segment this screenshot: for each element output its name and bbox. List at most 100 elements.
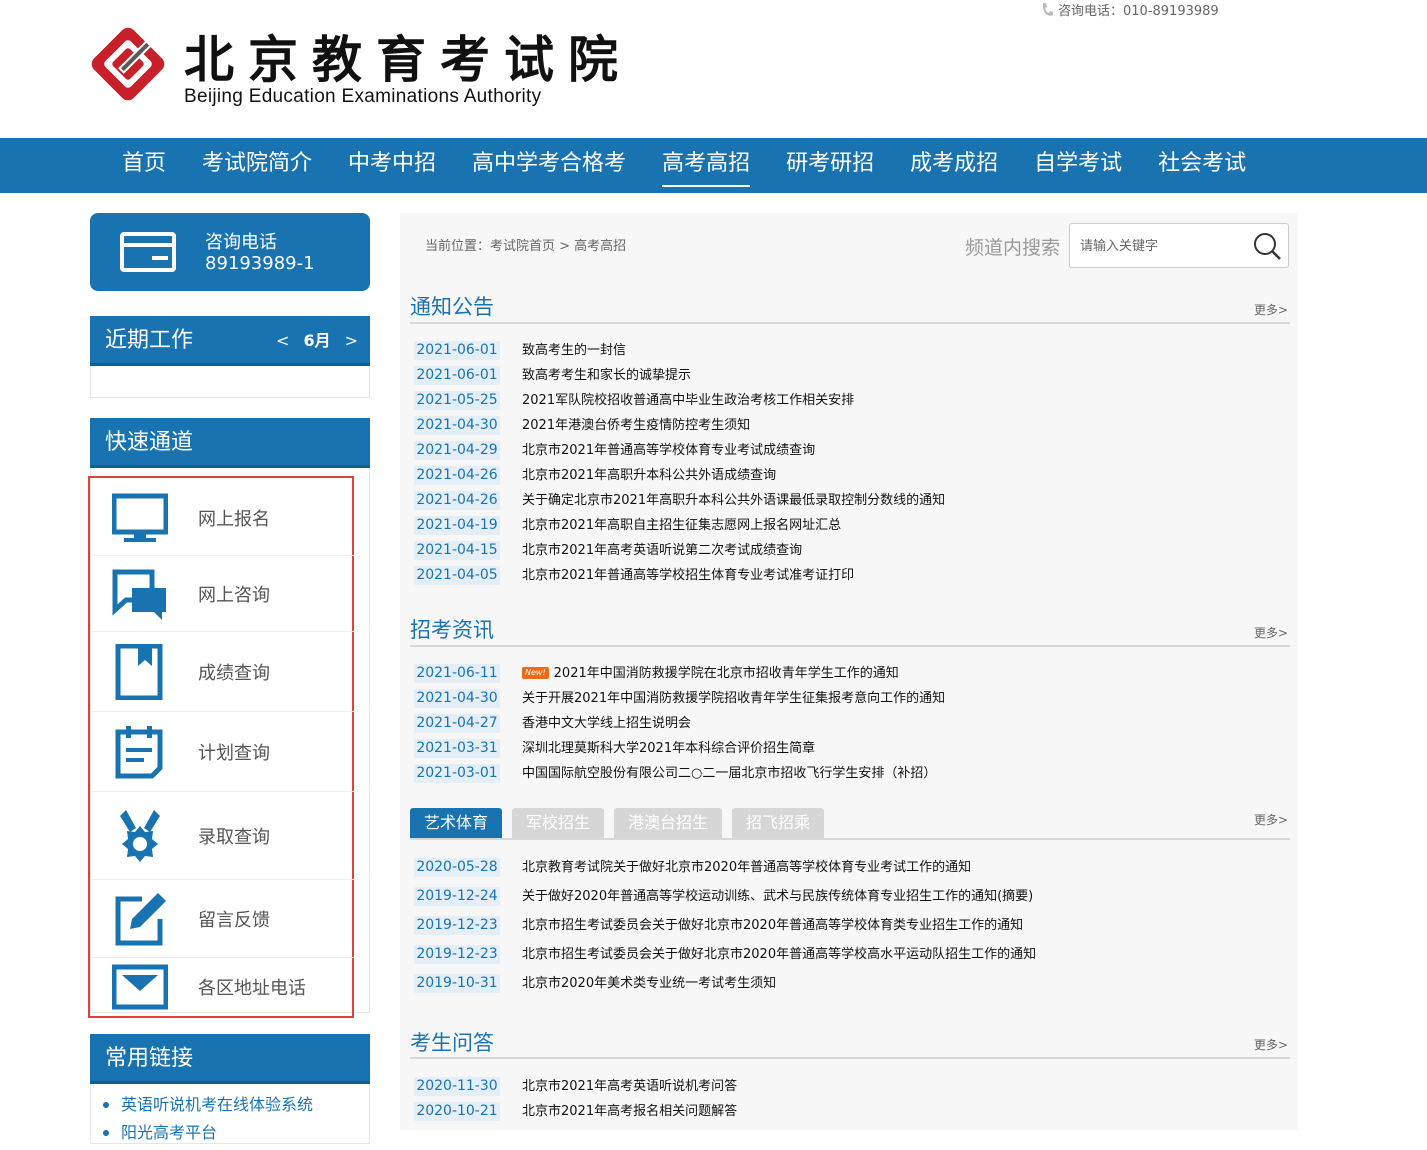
prev-month-button[interactable]: < xyxy=(276,316,289,366)
quick-item-district-contacts[interactable]: 各区地址电话 xyxy=(92,958,354,1016)
common-link-item[interactable]: 英语听说机考在线体验系统 xyxy=(101,1094,369,1122)
section-divider xyxy=(410,838,1290,840)
quick-item-plan-query[interactable]: 计划查询 xyxy=(92,712,354,792)
item-title-link[interactable]: 深圳北理莫斯科大学2021年本科综合评价招生简章 xyxy=(522,739,815,758)
qa-section-title: 考生问答 xyxy=(410,1031,494,1055)
quick-item-label: 各区地址电话 xyxy=(198,978,306,999)
new-badge: New! xyxy=(522,667,549,679)
quick-access-title: 快速通道 xyxy=(105,430,194,455)
quick-item-online-consult[interactable]: 网上咨询 xyxy=(92,556,354,632)
monitor-icon xyxy=(112,493,168,542)
quick-item-online-registration[interactable]: 网上报名 xyxy=(92,480,354,556)
item-title: 致高考考生和家长的诚挚提示 xyxy=(522,368,692,383)
category-tab[interactable]: 港澳台招生 xyxy=(614,808,723,838)
edit-icon xyxy=(115,892,166,945)
qa-more-link[interactable]: 更多> xyxy=(1254,1036,1288,1053)
quick-access-highlight: 网上报名 网上咨询 成绩查询 计划查询 录取查询 留言反馈 各区地址电话 xyxy=(88,476,354,1018)
quick-item-score-query[interactable]: 成绩查询 xyxy=(92,632,354,712)
consult-hotline-box[interactable]: 咨询电话 89193989-1 xyxy=(90,213,370,291)
list-item: 2021-04-29 北京市2021年普通高等学校体育专业考试成绩查询 xyxy=(414,438,1284,463)
common-links-list: 英语听说机考在线体验系统 阳光高考平台 xyxy=(91,1084,369,1150)
item-title-link[interactable]: 关于开展2021年中国消防救援学院招收青年学生征集报考意向工作的通知 xyxy=(522,689,945,708)
site-logo[interactable]: 北京教育考试院 Beijing Education Examinations A… xyxy=(88,18,618,110)
hotline-text: 咨询电话：010-89193989 xyxy=(1058,4,1219,19)
nav-item[interactable]: 研考研招 xyxy=(768,138,892,193)
channel-search-label: 频道内搜索 xyxy=(965,237,1061,259)
item-title-link[interactable]: 致高考生的一封信 xyxy=(522,341,626,360)
news-list: 2021-06-11 New! 2021年中国消防救援学院在北京市招收青年学生工作的… xyxy=(414,661,1284,786)
list-item: 2021-04-26 关于确定北京市2021年高职升本科公共外语课最低录取控制分数… xyxy=(414,488,1284,513)
list-item: 2021-04-05 北京市2021年普通高等学校招生体育专业考试准考证打印 xyxy=(414,563,1284,588)
next-month-button[interactable]: > xyxy=(345,316,358,366)
item-title-link[interactable]: New! 2021年中国消防救援学院在北京市招收青年学生工作的通知 xyxy=(522,664,899,683)
header-hotline: 咨询电话：010-89193989 xyxy=(1040,0,1219,19)
item-title-link[interactable]: 香港中文大学线上招生说明会 xyxy=(522,714,691,733)
item-title: 关于确定北京市2021年高职升本科公共外语课最低录取控制分数线的通知 xyxy=(522,493,946,508)
item-date: 2019-12-24 xyxy=(414,887,500,906)
notice-more-link[interactable]: 更多> xyxy=(1254,301,1288,318)
news-more-link[interactable]: 更多> xyxy=(1254,624,1288,641)
notice-section-title: 通知公告 xyxy=(410,295,494,319)
tab-news-list: 2020-05-28 北京教育考试院关于做好北京市2020年普通高等学校体育专业考… xyxy=(414,855,1284,1000)
breadcrumb: 当前位置：考试院首页 > 高考高招 xyxy=(425,239,627,254)
nav-item[interactable]: 高中学考合格考 xyxy=(454,138,644,193)
recent-work-title: 近期工作 xyxy=(105,328,194,353)
item-date: 2021-04-30 xyxy=(414,416,500,435)
tabs-more-link[interactable]: 更多> xyxy=(1254,811,1288,828)
nav-item[interactable]: 高考高招 xyxy=(644,138,768,193)
logo-emblem-icon xyxy=(91,27,165,101)
item-title-link[interactable]: 北京教育考试院关于做好北京市2020年普通高等学校体育专业考试工作的通知 xyxy=(522,858,971,877)
item-title-link[interactable]: 关于确定北京市2021年高职升本科公共外语课最低录取控制分数线的通知 xyxy=(522,491,945,510)
item-title-link[interactable]: 北京市2021年高考英语听说机考问答 xyxy=(522,1077,737,1096)
item-title-link[interactable]: 北京市招生考试委员会关于做好北京市2020年普通高等学校高水平运动队招生工作的通… xyxy=(522,945,1036,964)
item-title-link[interactable]: 2021军队院校招收普通高中毕业生政治考核工作相关安排 xyxy=(522,391,854,410)
category-tab[interactable]: 军校招生 xyxy=(512,808,605,838)
item-title-link[interactable]: 关于做好2020年普通高等学校运动训练、武术与民族传统体育专业招生工作的通知(摘… xyxy=(522,887,1033,906)
item-title-link[interactable]: 北京市2021年高考英语听说第二次考试成绩查询 xyxy=(522,541,802,560)
item-title-link[interactable]: 2021年港澳台侨考生疫情防控考生须知 xyxy=(522,416,750,435)
quick-item-feedback[interactable]: 留言反馈 xyxy=(92,880,354,958)
category-tab[interactable]: 招飞招乘 xyxy=(732,808,825,838)
calendar-icon xyxy=(115,725,163,778)
category-tab[interactable]: 艺术体育 xyxy=(410,808,503,838)
logo-chinese-name: 北京教育考试院 xyxy=(184,30,632,89)
search-icon[interactable] xyxy=(1252,231,1282,261)
nav-item[interactable]: 成考成招 xyxy=(892,138,1016,193)
nav-item[interactable]: 考试院简介 xyxy=(184,138,330,193)
item-title-link[interactable]: 中国国际航空股份有限公司二○二一届北京市招收飞行学生安排（补招） xyxy=(522,764,936,783)
item-title-link[interactable]: 北京市2021年普通高等学校体育专业考试成绩查询 xyxy=(522,441,815,460)
item-title-link[interactable]: 北京市2021年高职升本科公共外语成绩查询 xyxy=(522,466,776,485)
item-title: 北京市招生考试委员会关于做好北京市2020年普通高等学校体育类专业招生工作的通知 xyxy=(522,918,1024,933)
item-title: 北京市2021年高考英语听说机考问答 xyxy=(522,1079,738,1094)
recent-work-body xyxy=(90,366,370,398)
item-title: 北京市招生考试委员会关于做好北京市2020年普通高等学校高水平运动队招生工作的通… xyxy=(522,947,1037,962)
item-title-link[interactable]: 北京市招生考试委员会关于做好北京市2020年普通高等学校体育类专业招生工作的通知 xyxy=(522,916,1023,935)
list-item: 2021-04-19 北京市2021年高职自主招生征集志愿网上报名网址汇总 xyxy=(414,513,1284,538)
item-title: 北京市2021年高职升本科公共外语成绩查询 xyxy=(522,468,777,483)
nav-item[interactable]: 社会考试 xyxy=(1140,138,1264,193)
item-date: 2021-04-30 xyxy=(414,689,500,708)
nav-item[interactable]: 自学考试 xyxy=(1016,138,1140,193)
news-section-title: 招考资讯 xyxy=(410,618,494,642)
item-title-link[interactable]: 北京市2021年普通高等学校招生体育专业考试准考证打印 xyxy=(522,566,854,585)
common-links-title: 常用链接 xyxy=(105,1046,194,1071)
notice-list: 2021-06-01 致高考生的一封信 2021-06-01 致高考考生和家长的诚挚提… xyxy=(414,338,1284,588)
search-input[interactable] xyxy=(1080,234,1240,258)
list-item: 2021-04-15 北京市2021年高考英语听说第二次考试成绩查询 xyxy=(414,538,1284,563)
item-title-link[interactable]: 北京市2021年高职自主招生征集志愿网上报名网址汇总 xyxy=(522,516,841,535)
item-title-link[interactable]: 北京市2021年高考报名相关问题解答 xyxy=(522,1102,737,1121)
nav-item[interactable]: 中考中招 xyxy=(330,138,454,193)
nav-item[interactable]: 首页 xyxy=(104,138,184,193)
list-item: 2019-10-31 北京市2020年美术类专业统一考试考生须知 xyxy=(414,971,1284,1000)
item-date: 2021-05-25 xyxy=(414,391,500,410)
quick-access-header: 快速通道 xyxy=(90,418,370,468)
logo-english-name: Beijing Education Examinations Authority xyxy=(184,86,542,107)
item-title-link[interactable]: 致高考考生和家长的诚挚提示 xyxy=(522,366,691,385)
consult-hotline-number: 89193989-1 xyxy=(205,253,315,274)
common-link-item[interactable]: 阳光高考平台 xyxy=(101,1122,369,1150)
item-title-link[interactable]: 北京市2020年美术类专业统一考试考生须知 xyxy=(522,974,776,993)
quick-item-admission-query[interactable]: 录取查询 xyxy=(92,792,354,880)
recent-work-header: 近期工作 < 6月 > xyxy=(90,316,370,366)
list-item: 2019-12-23 北京市招生考试委员会关于做好北京市2020年普通高等学校高水… xyxy=(414,942,1284,971)
item-title: 中国国际航空股份有限公司二○二一届北京市招收飞行学生安排（补招） xyxy=(522,766,937,781)
